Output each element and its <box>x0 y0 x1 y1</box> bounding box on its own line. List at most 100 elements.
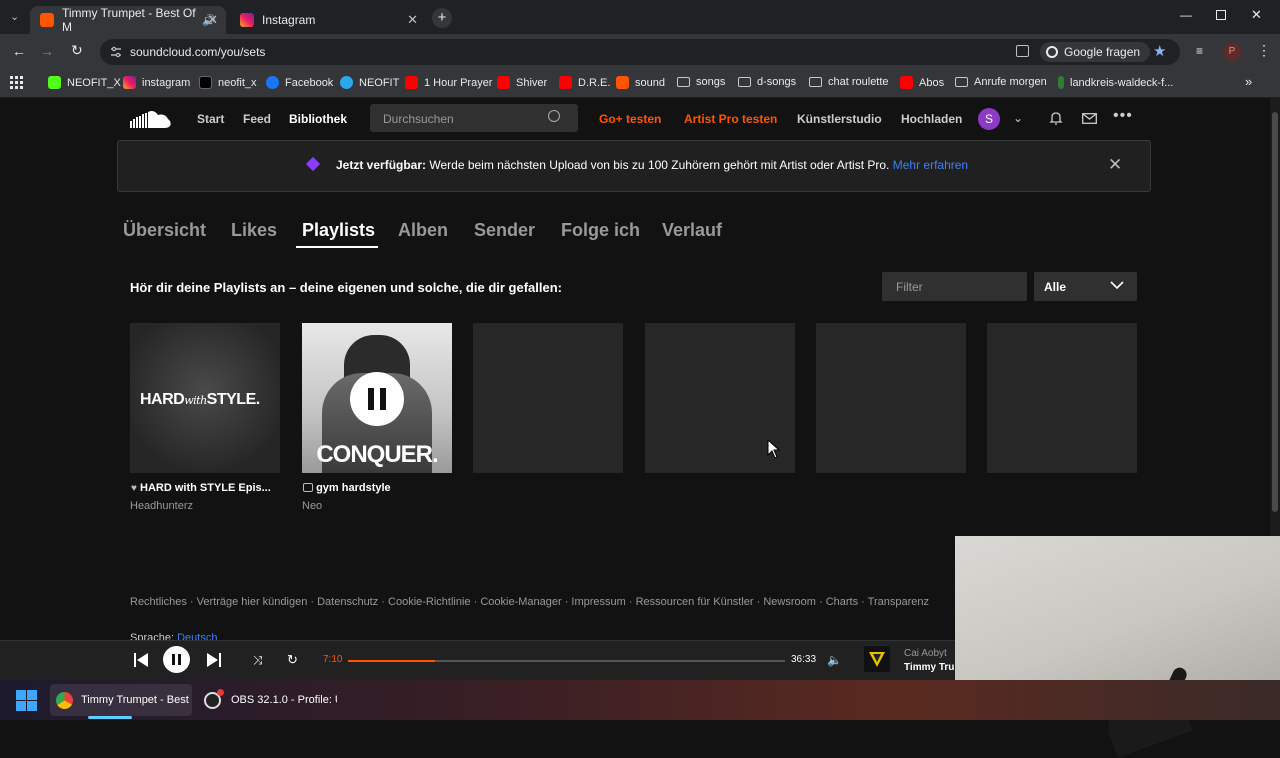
bookmark-folder[interactable]: songs <box>677 76 725 88</box>
browser-menu-icon[interactable]: ⋮ <box>1257 42 1271 59</box>
shuffle-icon[interactable]: ⤨ <box>253 653 263 668</box>
folder-icon <box>955 77 968 87</box>
nav-feed[interactable]: Feed <box>243 112 271 126</box>
nav-bibliothek[interactable]: Bibliothek <box>289 112 347 126</box>
taskbar-item-label: OBS 32.1.0 - Profile: Unt <box>231 694 337 706</box>
install-app-icon[interactable] <box>1016 45 1029 57</box>
window-close-icon[interactable]: ✕ <box>1251 7 1262 23</box>
bookmark-link[interactable]: landkreis-waldeck-f... <box>1058 76 1173 89</box>
close-icon[interactable]: ✕ <box>1108 155 1122 175</box>
bookmark-facebook[interactable]: Facebook <box>266 76 333 89</box>
tab-history[interactable]: Verlauf <box>662 220 722 241</box>
tab-following[interactable]: Folge ich <box>561 220 640 241</box>
bell-icon[interactable] <box>1049 111 1063 125</box>
url-text[interactable]: soundcloud.com/you/sets <box>130 45 265 59</box>
user-avatar[interactable]: S <box>978 108 1000 130</box>
close-icon[interactable]: ✕ <box>207 12 218 28</box>
track-title[interactable]: Timmy Tru <box>904 662 954 673</box>
mail-icon[interactable] <box>1082 113 1097 124</box>
tiktok-icon <box>199 76 212 89</box>
tab-overview[interactable]: Übersicht <box>123 220 206 241</box>
reload-icon[interactable]: ↻ <box>71 42 83 59</box>
tab-albums[interactable]: Alben <box>398 220 448 241</box>
bookmark-youtube[interactable]: Abos <box>900 76 944 89</box>
artist-studio-link[interactable]: Künstlerstudio <box>797 112 882 126</box>
search-icon[interactable] <box>548 110 560 122</box>
playlist-title[interactable]: ♥ HARD with STYLE Epis... <box>131 482 271 494</box>
restore-icon[interactable] <box>1216 10 1226 20</box>
apps-grid-icon[interactable] <box>10 76 23 89</box>
filter-input[interactable]: Filter <box>882 272 1027 301</box>
nav-start[interactable]: Start <box>197 112 224 126</box>
media-controls-icon[interactable]: ≡ <box>1196 44 1203 58</box>
bookmark-telegram[interactable]: NEOFIT <box>340 76 399 89</box>
bookmark-folder[interactable]: d-songs <box>738 76 796 88</box>
bookmark-star-icon[interactable]: ★ <box>1153 42 1166 60</box>
playlist-type-select[interactable]: Alle <box>1034 272 1137 301</box>
windows-start-icon[interactable] <box>16 690 37 711</box>
search-input[interactable]: Durchsuchen <box>370 104 578 132</box>
go-plus-link[interactable]: Go+ testen <box>599 112 661 126</box>
playlists-heading: Hör dir deine Playlists an – deine eigen… <box>130 280 562 295</box>
tab-soundcloud[interactable]: Timmy Trumpet - Best Of M 🔊 ✕ <box>30 6 226 34</box>
total-time: 36:33 <box>791 654 817 665</box>
chevron-down-icon[interactable]: ⌄ <box>1013 111 1023 125</box>
forward-icon[interactable]: → <box>40 43 54 59</box>
artwork-word: with <box>184 394 207 407</box>
pause-button[interactable] <box>350 372 404 426</box>
artwork-text: HARDwithSTYLE. <box>140 391 260 409</box>
taskbar-item-label: Timmy Trumpet - Best C <box>81 694 189 706</box>
more-bookmarks-icon[interactable]: » <box>1245 74 1252 89</box>
scrollbar-thumb[interactable] <box>1272 112 1278 512</box>
close-icon[interactable]: ✕ <box>407 12 418 28</box>
upload-link[interactable]: Hochladen <box>901 112 962 126</box>
playlist-artwork[interactable]: CONQUER. <box>302 323 452 473</box>
bookmark-youtube[interactable]: D.R.E. <box>559 76 610 89</box>
google-lens-button[interactable]: Google fragen <box>1040 42 1150 62</box>
site-info-icon[interactable] <box>110 46 122 58</box>
bookmark-label: instagram <box>142 76 191 89</box>
playlist-artwork[interactable]: HARDwithSTYLE. <box>130 323 280 473</box>
previous-icon[interactable] <box>134 653 148 667</box>
playlist-title[interactable]: gym hardstyle <box>303 482 391 494</box>
track-cover[interactable] <box>864 646 890 672</box>
tab-instagram[interactable]: Instagram ✕ <box>230 6 426 34</box>
pause-icon <box>368 388 374 410</box>
bookmark-label: Abos <box>919 76 945 89</box>
tab-likes[interactable]: Likes <box>231 220 277 241</box>
playlist-title-text: HARD with STYLE Epis... <box>140 482 271 494</box>
page-scrollbar[interactable] <box>1270 98 1280 536</box>
bookmark-instagram[interactable]: instagram <box>123 76 190 89</box>
artist-pro-link[interactable]: Artist Pro testen <box>684 112 777 126</box>
bookmark-soundcloud[interactable]: sound <box>616 76 665 89</box>
bookmark-label: chat roulette <box>828 76 889 88</box>
playlist-artist[interactable]: Headhunterz <box>130 500 193 512</box>
bookmark-folder[interactable]: chat roulette <box>809 76 889 88</box>
bookmark-youtube[interactable]: Shiver <box>497 76 547 89</box>
volume-icon[interactable]: 🔈 <box>827 653 842 667</box>
taskbar-item-chrome[interactable]: Timmy Trumpet - Best C <box>50 684 192 716</box>
bookmark-neofit-x-kick[interactable]: NEOFIT_X <box>48 76 121 89</box>
minimize-icon[interactable]: — <box>1180 8 1192 22</box>
taskbar-item-obs[interactable]: OBS 32.1.0 - Profile: Unt <box>198 684 340 716</box>
more-options-icon[interactable]: ••• <box>1113 107 1133 125</box>
playlist-artist[interactable]: Neo <box>302 500 322 512</box>
repeat-icon[interactable]: ↻ <box>287 652 298 668</box>
track-artist[interactable]: Cai Aobyt <box>904 648 947 659</box>
tab-stations[interactable]: Sender <box>474 220 535 241</box>
footer-links[interactable]: Rechtliches · Verträge hier kündigen · D… <box>130 596 956 608</box>
play-pause-button[interactable] <box>163 646 190 673</box>
banner-learn-more-link[interactable]: Mehr erfahren <box>893 158 968 172</box>
next-icon[interactable] <box>207 653 221 667</box>
tab-playlists[interactable]: Playlists <box>302 220 375 241</box>
profile-avatar[interactable]: P <box>1223 43 1241 61</box>
back-icon[interactable]: ← <box>12 43 26 59</box>
soundcloud-logo-icon[interactable] <box>130 110 172 130</box>
omnibox[interactable]: soundcloud.com/you/sets Google fragen ★ <box>100 39 1180 65</box>
bookmark-youtube[interactable]: 1 Hour Prayer <box>405 76 492 89</box>
bookmark-tiktok[interactable]: neofit_x <box>199 76 257 89</box>
progress-bar[interactable] <box>348 660 785 662</box>
new-tab-button[interactable]: + <box>432 8 452 28</box>
bookmark-folder[interactable]: Anrufe morgen <box>955 76 1047 88</box>
tab-list-chevron-icon[interactable]: ⌄ <box>10 10 19 23</box>
